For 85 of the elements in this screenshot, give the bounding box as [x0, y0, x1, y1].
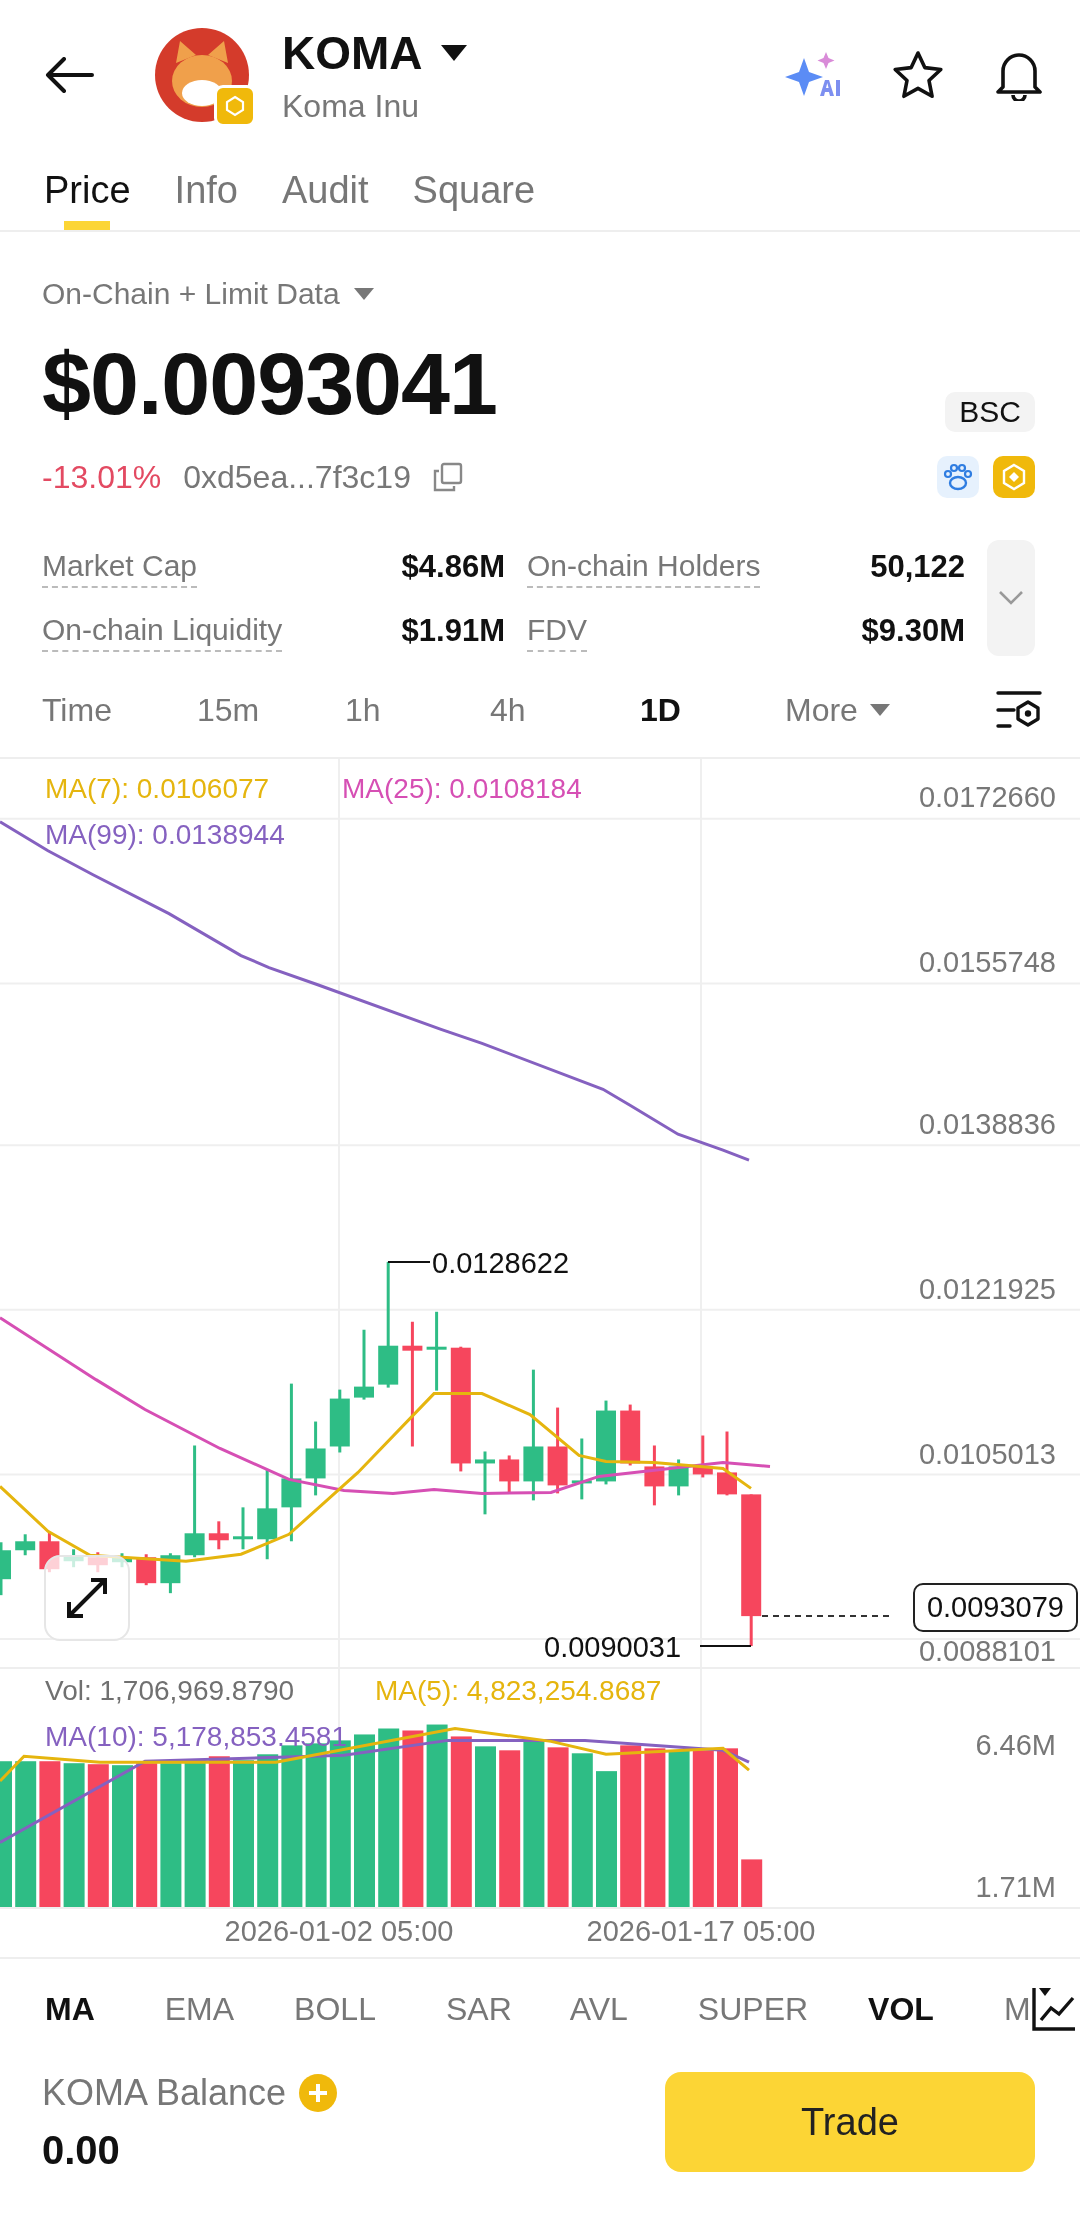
candle	[329, 1389, 350, 1453]
chevron-down-icon	[998, 590, 1024, 606]
candle	[499, 1455, 520, 1493]
indicator-tab[interactable]: M	[1003, 1990, 1031, 2028]
candle	[15, 1534, 36, 1556]
stat-value: $1.91M	[400, 612, 505, 650]
token-name: Koma Inu	[282, 87, 420, 125]
volume-axis-label: 6.46M	[975, 1729, 1056, 1762]
candle	[620, 1404, 641, 1466]
high-price-label: 0.0128622	[432, 1247, 570, 1280]
back-button[interactable]	[44, 57, 94, 93]
price-axis-label: 0.0121925	[918, 1273, 1056, 1306]
volume-legend: MA(10): 5,178,853.4581	[45, 1721, 347, 1753]
date-axis-label: 2026-01-17 05:00	[586, 1915, 816, 1948]
indicator-legend: MA(7): 0.0106077	[45, 773, 270, 805]
chart-settings-icon[interactable]	[996, 690, 1042, 730]
indicator-legend: MA(25): 0.0108184	[342, 773, 582, 805]
token-selector[interactable]: KOMA	[282, 25, 784, 80]
tab[interactable]: Info	[174, 150, 238, 230]
candle	[160, 1553, 181, 1594]
network-badge: BSC	[945, 392, 1035, 432]
last-price-label: 0.0093079	[912, 1583, 1078, 1632]
date-axis-label: 2026-01-02 05:00	[224, 1915, 454, 1948]
interval-tab[interactable]: Time	[42, 691, 197, 729]
interval-tab[interactable]: 4h	[490, 691, 640, 729]
volume-axis-label: 1.71M	[975, 1871, 1056, 1904]
tab[interactable]: Audit	[281, 150, 369, 230]
contract-address: 0xd5ea...7f3c19	[183, 458, 411, 496]
interval-tab[interactable]: 1D	[640, 691, 785, 729]
leader-line	[699, 1645, 752, 1648]
price-axis-label: 0.0105013	[918, 1438, 1056, 1471]
volume-bar	[741, 1859, 763, 1907]
more-dropdown[interactable]: More	[785, 691, 890, 729]
price: $0.0093041	[42, 336, 497, 432]
indicator-tab[interactable]: SAR	[445, 1990, 570, 2028]
indicator-settings-icon[interactable]	[1030, 1986, 1077, 2032]
candle	[644, 1445, 665, 1506]
indicator-tab[interactable]: MA	[45, 1990, 165, 2028]
fullscreen-button[interactable]	[44, 1555, 130, 1641]
caret-icon	[440, 44, 467, 61]
indicator-tab[interactable]: SUPER	[697, 1990, 839, 2028]
price-axis-label: 0.0155748	[918, 946, 1056, 979]
stat-label[interactable]: On-chain Holders	[527, 546, 761, 588]
volume-legend: MA(5): 4,823,254.8687	[375, 1675, 662, 1707]
candle	[571, 1438, 592, 1500]
paw-icon[interactable]	[937, 456, 979, 498]
stat-value: $9.30M	[860, 612, 965, 650]
stat-value: $4.86M	[400, 548, 505, 586]
caret-icon	[869, 704, 890, 716]
interval-tab[interactable]: 15m	[197, 691, 345, 729]
candle	[0, 1542, 11, 1596]
price-axis-label: 0.0088101	[918, 1635, 1056, 1668]
tab[interactable]: Price	[44, 150, 131, 230]
balance-value: 0.00	[42, 2128, 121, 2173]
candle	[354, 1329, 374, 1400]
price-axis-label: 0.0172660	[918, 781, 1056, 814]
indicator-tab[interactable]: BOLL	[294, 1990, 446, 2028]
indicator-tab[interactable]: AVL	[569, 1990, 698, 2028]
stat-label[interactable]: FDV	[527, 610, 587, 652]
candle	[208, 1521, 229, 1550]
trade-button[interactable]: Trade	[665, 2072, 1035, 2172]
candle	[233, 1507, 253, 1550]
indicator-legend: MA(99): 0.0138944	[45, 819, 285, 851]
low-price-label: 0.0090031	[544, 1631, 682, 1664]
chain-badge-icon	[214, 85, 256, 127]
tab[interactable]: Square	[412, 150, 536, 230]
balance-label: KOMA Balance	[42, 2072, 287, 2114]
candle	[717, 1431, 737, 1496]
price-change: -13.01%	[42, 458, 162, 496]
leader-line	[387, 1260, 431, 1263]
stat-value: 50,122	[869, 548, 965, 586]
candle	[475, 1451, 495, 1515]
interval-tab[interactable]: 1h	[345, 691, 490, 729]
stat-label[interactable]: Market Cap	[42, 546, 198, 588]
stat-label[interactable]: On-chain Liquidity	[42, 610, 283, 652]
copy-icon[interactable]	[432, 462, 463, 492]
indicator-tab[interactable]: EMA	[164, 1990, 295, 2028]
candle	[692, 1435, 713, 1478]
candle	[668, 1459, 689, 1496]
star-icon[interactable]	[892, 50, 944, 100]
caret-icon	[353, 288, 374, 300]
price-axis-label: 0.0138836	[918, 1108, 1056, 1141]
indicator-tab[interactable]: VOL	[868, 1990, 1004, 2028]
data-source-dropdown[interactable]: On-Chain + Limit Data	[42, 274, 374, 314]
volume-legend: Vol: 1,706,969.8790	[45, 1675, 295, 1707]
